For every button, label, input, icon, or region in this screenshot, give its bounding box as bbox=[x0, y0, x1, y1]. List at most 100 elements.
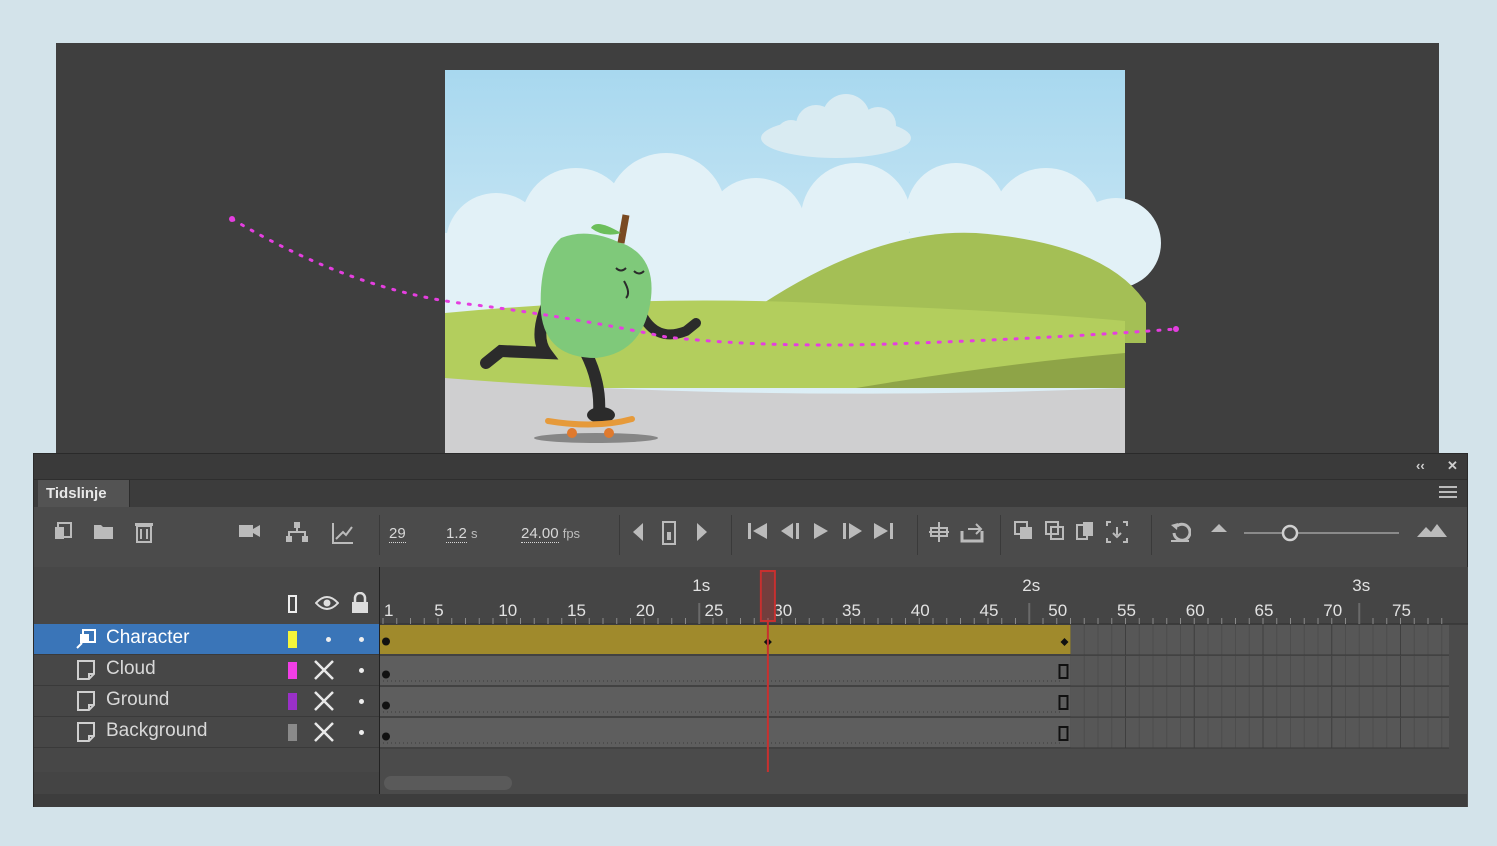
stage-canvas[interactable] bbox=[56, 43, 1439, 453]
layer-list-footer bbox=[34, 772, 379, 796]
hidden-x-icon[interactable] bbox=[313, 721, 335, 743]
step-forward-icon[interactable] bbox=[840, 521, 864, 541]
panel-menu-icon[interactable] bbox=[1439, 486, 1457, 500]
timeline-toolbar: 29 1.2 s 24.00 fps bbox=[34, 507, 1467, 567]
previous-keyframe-icon[interactable] bbox=[631, 521, 645, 543]
lock-dot[interactable] bbox=[359, 730, 364, 735]
layer-name[interactable]: Character bbox=[106, 627, 189, 649]
frame-number-label: 15 bbox=[567, 601, 586, 620]
last-frame-icon[interactable] bbox=[872, 521, 894, 541]
lock-dot[interactable] bbox=[359, 699, 364, 704]
lock-icon[interactable] bbox=[350, 592, 370, 614]
layer-color-swatch[interactable] bbox=[288, 662, 297, 679]
first-frame-icon[interactable] bbox=[747, 521, 769, 541]
frame-row-character[interactable] bbox=[379, 625, 1449, 656]
layer-page-icon bbox=[77, 660, 95, 680]
eye-icon[interactable] bbox=[315, 595, 339, 611]
hierarchy-icon[interactable] bbox=[285, 521, 309, 545]
frame-number-label: 75 bbox=[1392, 601, 1411, 620]
frame-number-label: 1 bbox=[384, 601, 393, 620]
layer-name[interactable]: Background bbox=[106, 720, 207, 742]
hidden-x-icon[interactable] bbox=[313, 659, 335, 681]
stage-area[interactable] bbox=[56, 43, 1439, 453]
camera-icon[interactable] bbox=[238, 521, 262, 541]
frame-number-label: 40 bbox=[911, 601, 930, 620]
layer-row-cloud[interactable]: Cloud bbox=[34, 655, 379, 686]
frame-ruler[interactable]: 1 5 10 15 20 25 30 35 40 45 50 55 60 65 70 751s 2s 3s bbox=[379, 567, 1468, 625]
layer-page-icon bbox=[77, 722, 95, 742]
folder-icon[interactable] bbox=[93, 521, 115, 541]
frame-number-label: 70 bbox=[1323, 601, 1342, 620]
zoom-slider[interactable] bbox=[1244, 521, 1404, 545]
collapse-panel-button[interactable]: ‹‹ bbox=[1416, 458, 1425, 473]
frame-number-label: 45 bbox=[980, 601, 999, 620]
step-back-icon[interactable] bbox=[779, 521, 803, 541]
frame-number-label: 35 bbox=[842, 601, 861, 620]
frame-number-label: 20 bbox=[636, 601, 655, 620]
timeline-panel: ‹‹ ✕ Tidslinje 29 1.2 s 24.00 fps Charac… bbox=[33, 453, 1468, 807]
layer-color-swatch[interactable] bbox=[288, 724, 297, 741]
hidden-x-icon[interactable] bbox=[313, 690, 335, 712]
motion-tween-span[interactable] bbox=[379, 625, 1071, 654]
layer-name[interactable]: Ground bbox=[106, 689, 169, 711]
play-icon[interactable] bbox=[812, 521, 830, 541]
outline-toggle-icon[interactable] bbox=[287, 594, 299, 614]
onion-outline-icon[interactable] bbox=[1045, 521, 1065, 541]
frame-number-label: 65 bbox=[1255, 601, 1274, 620]
modify-markers-icon[interactable] bbox=[1106, 521, 1128, 543]
keyframe-dot[interactable] bbox=[382, 670, 390, 679]
frame-number-label: 25 bbox=[705, 601, 724, 620]
lock-dot[interactable] bbox=[359, 668, 364, 673]
second-marker-label: 1s bbox=[692, 576, 710, 595]
insert-keyframe-icon[interactable] bbox=[661, 521, 677, 545]
keyframe-dot[interactable] bbox=[382, 732, 390, 741]
layer-row-character[interactable]: Character bbox=[34, 624, 379, 655]
panel-resize-strip[interactable] bbox=[34, 794, 1467, 807]
loop-icon[interactable] bbox=[960, 521, 986, 543]
graph-icon[interactable] bbox=[331, 521, 355, 545]
layer-row-background[interactable]: Background bbox=[34, 717, 379, 748]
elapsed-time-unit: s bbox=[471, 526, 478, 541]
layer-name[interactable]: Cloud bbox=[106, 658, 156, 680]
fps-unit: fps bbox=[562, 526, 581, 541]
fps-field[interactable]: 24.00 fps bbox=[521, 525, 581, 543]
undo-icon[interactable] bbox=[1169, 521, 1191, 543]
frame-number-label: 50 bbox=[1048, 601, 1067, 620]
frame-number-label: 10 bbox=[498, 601, 517, 620]
edit-multiple-frames-icon[interactable] bbox=[1076, 521, 1096, 541]
trash-icon[interactable] bbox=[134, 521, 154, 543]
current-frame-field[interactable]: 29 bbox=[389, 525, 406, 543]
frame-number-label: 30 bbox=[773, 601, 792, 620]
center-frame-icon[interactable] bbox=[928, 521, 950, 543]
frame-row-ground[interactable] bbox=[379, 687, 1449, 718]
frame-span[interactable] bbox=[379, 718, 1071, 747]
scene bbox=[229, 70, 1179, 453]
elapsed-time-value[interactable]: 1.2 bbox=[446, 525, 467, 543]
keyframe-dot[interactable] bbox=[382, 637, 390, 646]
frame-row-background[interactable] bbox=[379, 718, 1449, 749]
fps-value[interactable]: 24.00 bbox=[521, 525, 559, 543]
visibility-dot[interactable] bbox=[326, 637, 331, 642]
next-keyframe-icon[interactable] bbox=[695, 521, 709, 543]
current-frame-value[interactable]: 29 bbox=[389, 525, 406, 543]
frame-span[interactable] bbox=[379, 687, 1071, 716]
tab-timeline[interactable]: Tidslinje bbox=[38, 480, 130, 507]
lock-dot[interactable] bbox=[359, 637, 364, 642]
onion-skin-icon[interactable] bbox=[1014, 521, 1034, 541]
frame-row-cloud[interactable] bbox=[379, 656, 1449, 687]
layer-color-swatch[interactable] bbox=[288, 631, 297, 648]
zoom-out-mountain-icon[interactable] bbox=[1210, 521, 1228, 533]
horizontal-scrollbar[interactable] bbox=[384, 776, 512, 790]
layer-row-ground[interactable]: Ground bbox=[34, 686, 379, 717]
layer-color-swatch[interactable] bbox=[288, 693, 297, 710]
frame-span[interactable] bbox=[379, 656, 1071, 685]
new-layer-icon[interactable] bbox=[54, 521, 74, 541]
frame-number-label: 60 bbox=[1186, 601, 1205, 620]
layer-list: Character Cloud Ground Background bbox=[34, 567, 379, 807]
keyframe-dot[interactable] bbox=[382, 701, 390, 710]
close-panel-button[interactable]: ✕ bbox=[1447, 458, 1458, 474]
frame-number-label: 5 bbox=[434, 601, 443, 620]
zoom-in-mountain-icon[interactable] bbox=[1416, 521, 1448, 539]
elapsed-time-field[interactable]: 1.2 s bbox=[446, 525, 478, 543]
frames-grid[interactable]: 1 5 10 15 20 25 30 35 40 45 50 55 60 65 70 751s 2s 3s bbox=[379, 567, 1468, 807]
